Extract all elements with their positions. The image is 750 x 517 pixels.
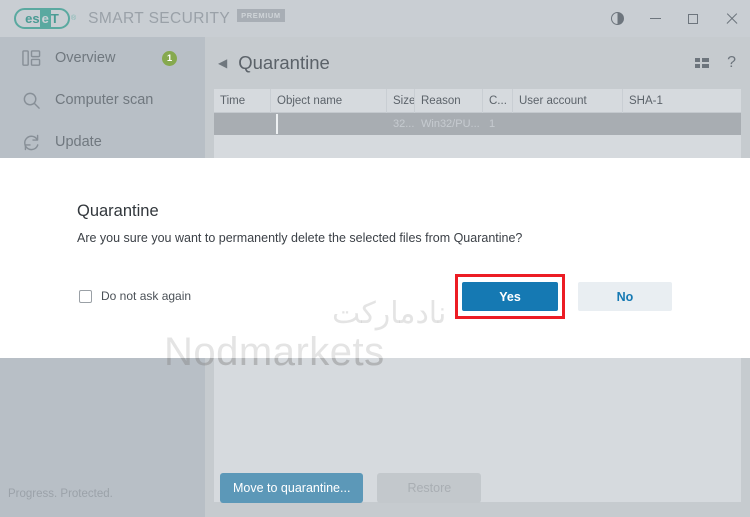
page-title: Quarantine xyxy=(238,52,330,73)
contrast-icon xyxy=(610,12,624,25)
window-controls xyxy=(598,0,750,37)
column-header-reason[interactable]: Reason xyxy=(415,89,483,113)
cell-time xyxy=(214,113,271,135)
confirm-delete-dialog: Quarantine Are you sure you want to perm… xyxy=(0,158,750,358)
sidebar-item-overview[interactable]: Overview 1 xyxy=(0,37,205,79)
protection-status-text: Progress. Protected. xyxy=(8,488,113,500)
search-icon xyxy=(22,91,41,110)
content-header: ◀ Quarantine ? xyxy=(205,37,750,89)
sidebar-item-label: Computer scan xyxy=(55,92,154,108)
back-arrow-icon[interactable]: ◀ xyxy=(218,57,227,69)
restore-button: Restore xyxy=(377,473,482,503)
help-icon[interactable]: ? xyxy=(727,55,736,71)
table-row[interactable]: 32... Win32/PU... 1 xyxy=(214,113,741,135)
confirm-yes-button[interactable]: Yes xyxy=(462,282,558,311)
eset-application-window: es e T ® SMART SECURITY PREMIUM Overview… xyxy=(0,0,750,517)
header-tool-buttons: ? xyxy=(695,55,736,71)
do-not-ask-again-checkbox[interactable] xyxy=(79,289,92,303)
logo-text-e: e xyxy=(39,9,51,28)
list-layout-icon[interactable] xyxy=(695,57,710,69)
trademark-symbol: ® xyxy=(71,15,77,22)
theme-toggle-button[interactable] xyxy=(598,0,636,37)
do-not-ask-again-row[interactable]: Do not ask again xyxy=(79,289,191,303)
maximize-button[interactable] xyxy=(674,0,712,37)
close-button[interactable] xyxy=(712,0,750,37)
eset-logo-mark: es e T xyxy=(14,8,70,29)
cell-count: 1 xyxy=(489,118,496,130)
sidebar-item-label: Update xyxy=(55,134,102,150)
row-text-cursor xyxy=(276,114,278,134)
eset-logo: es e T ® SMART SECURITY PREMIUM xyxy=(14,8,285,29)
column-header-size[interactable]: Size xyxy=(387,89,415,113)
maximize-icon xyxy=(688,13,698,24)
column-header-time[interactable]: Time xyxy=(214,89,271,113)
column-header-sha1[interactable]: SHA-1 xyxy=(623,89,741,113)
dialog-message: Are you sure you want to permanently del… xyxy=(77,231,523,245)
sidebar-item-computer-scan[interactable]: Computer scan xyxy=(0,79,205,121)
move-to-quarantine-button[interactable]: Move to quarantine... xyxy=(220,473,364,503)
minimize-icon xyxy=(649,17,661,20)
column-header-count[interactable]: C... xyxy=(483,89,513,113)
cell-sha1 xyxy=(623,113,741,135)
column-header-object-name[interactable]: Object name xyxy=(271,89,387,113)
sidebar-item-update[interactable]: Update xyxy=(0,121,205,163)
title-bar: es e T ® SMART SECURITY PREMIUM xyxy=(0,0,750,37)
edition-badge: PREMIUM xyxy=(237,9,285,22)
close-icon xyxy=(725,12,738,25)
refresh-icon xyxy=(22,133,41,152)
cell-reason: Win32/PU... xyxy=(421,118,480,130)
action-footer: Move to quarantine... Restore xyxy=(205,459,750,517)
do-not-ask-again-label: Do not ask again xyxy=(101,289,192,303)
product-name: SMART SECURITY xyxy=(88,9,231,27)
minimize-button[interactable] xyxy=(636,0,674,37)
logo-text-es: es xyxy=(25,11,40,26)
dashboard-icon xyxy=(22,49,41,68)
cell-size: 32... xyxy=(393,118,415,130)
column-header-user-account[interactable]: User account xyxy=(513,89,623,113)
confirm-no-button[interactable]: No xyxy=(578,282,672,311)
table-header-row: Time Object name Size Reason C... User a… xyxy=(214,89,741,113)
logo-text-t: T xyxy=(50,11,59,26)
cell-object-name xyxy=(271,113,387,135)
dialog-title: Quarantine xyxy=(77,202,159,220)
sidebar-item-label: Overview xyxy=(55,50,116,66)
overview-status-badge: 1 xyxy=(162,50,177,66)
cell-user-account xyxy=(513,113,623,135)
